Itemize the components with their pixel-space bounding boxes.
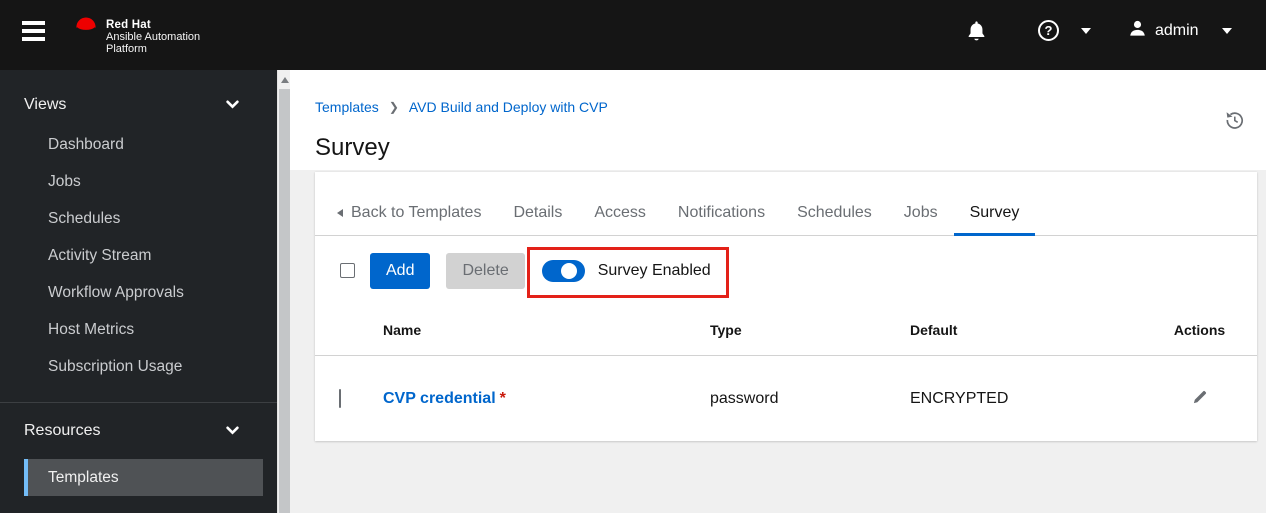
tab-schedules[interactable]: Schedules	[781, 192, 888, 236]
sidebar-item-workflow-approvals[interactable]: Workflow Approvals	[0, 274, 277, 311]
sidebar-item-dashboard[interactable]: Dashboard	[0, 126, 277, 163]
row-type-cell: password	[710, 389, 779, 407]
select-all-checkbox[interactable]	[340, 263, 355, 278]
column-header-actions: Actions	[1173, 322, 1226, 338]
required-asterisk: *	[499, 389, 506, 407]
sidebar-item-subscription-usage[interactable]: Subscription Usage	[0, 348, 277, 385]
survey-question-link[interactable]: CVP credential	[383, 390, 496, 407]
breadcrumb: Templates ❯ AVD Build and Deploy with CV…	[315, 99, 608, 115]
help-caret-down-icon	[1081, 27, 1091, 34]
row-checkbox[interactable]	[339, 388, 341, 408]
delete-button[interactable]: Delete	[446, 252, 525, 289]
breadcrumb-separator-icon: ❯	[388, 100, 399, 114]
brand-logo: Red Hat Ansible Automation Platform	[73, 15, 200, 55]
row-default-cell: ENCRYPTED	[910, 389, 1009, 407]
user-avatar-icon	[1128, 19, 1147, 43]
vertical-scrollbar[interactable]	[277, 70, 290, 513]
sidebar-item-schedules[interactable]: Schedules	[0, 200, 277, 237]
user-caret-down-icon	[1221, 28, 1232, 34]
user-menu[interactable]: admin	[1128, 19, 1232, 43]
survey-enabled-label: Survey Enabled	[597, 261, 711, 279]
sidebar-item-activity-stream[interactable]: Activity Stream	[0, 237, 277, 274]
tab-jobs[interactable]: Jobs	[888, 192, 954, 236]
sidebar-item-host-metrics[interactable]: Host Metrics	[0, 311, 277, 348]
column-header-type: Type	[710, 322, 742, 338]
main-content: Templates ❯ AVD Build and Deploy with CV…	[290, 70, 1266, 513]
brand-line1: Red Hat	[106, 19, 151, 31]
chevron-down-icon	[226, 422, 239, 440]
tab-back-to-templates[interactable]: Back to Templates	[321, 192, 497, 236]
survey-enabled-switch-group: Survey Enabled	[541, 259, 711, 282]
sidebar-nav: Views Dashboard Jobs Schedules Activity …	[0, 70, 277, 513]
column-header-default: Default	[910, 322, 958, 338]
toggle-knob	[560, 262, 577, 279]
breadcrumb-templates-link[interactable]: Templates	[315, 99, 379, 115]
scrollbar-thumb[interactable]	[279, 89, 290, 513]
breadcrumb-template-name-link[interactable]: AVD Build and Deploy with CVP	[409, 99, 608, 115]
sidebar-item-jobs[interactable]: Jobs	[0, 163, 277, 200]
scrollbar-up-arrow-icon[interactable]	[280, 77, 289, 83]
history-icon[interactable]	[1225, 111, 1244, 133]
help-question-icon: ?	[1038, 20, 1059, 41]
redhat-fedora-icon	[73, 15, 99, 40]
views-group-label: Views	[24, 96, 67, 113]
add-button[interactable]: Add	[370, 252, 431, 289]
tab-notifications[interactable]: Notifications	[662, 192, 781, 236]
table-row: CVP credential * password ENCRYPTED	[315, 356, 1257, 441]
top-masthead: Red Hat Ansible Automation Platform ? ad…	[0, 0, 1266, 70]
row-name-cell: CVP credential *	[383, 390, 710, 408]
survey-toolbar: Add Delete Survey Enabled	[315, 236, 1257, 305]
tab-bar: Back to Templates Details Access Notific…	[315, 172, 1257, 236]
brand-line2: Ansible Automation	[106, 31, 201, 43]
brand-line3: Platform	[106, 43, 147, 55]
sidebar-item-templates[interactable]: Templates	[24, 459, 263, 496]
chevron-down-icon	[226, 96, 239, 114]
sidebar-group-resources[interactable]: Resources	[0, 403, 277, 459]
sidebar-group-views[interactable]: Views	[0, 84, 277, 126]
caret-left-icon	[337, 208, 343, 217]
help-menu[interactable]: ?	[1038, 20, 1091, 41]
table-header-row: Name Type Default Actions	[315, 305, 1257, 356]
resources-group-label: Resources	[24, 422, 101, 439]
tab-survey[interactable]: Survey	[953, 192, 1036, 236]
tab-details[interactable]: Details	[497, 192, 578, 236]
page-header: Templates ❯ AVD Build and Deploy with CV…	[290, 70, 1266, 170]
username-label: admin	[1155, 22, 1199, 39]
survey-card: Back to Templates Details Access Notific…	[315, 172, 1257, 441]
column-header-name: Name	[383, 322, 422, 338]
tab-access[interactable]: Access	[578, 192, 662, 236]
notifications-bell-icon[interactable]	[967, 20, 986, 44]
survey-enabled-toggle[interactable]	[541, 259, 585, 282]
edit-pencil-icon[interactable]	[1190, 387, 1210, 410]
page-title: Survey	[315, 134, 390, 162]
nav-toggle-icon[interactable]	[22, 21, 46, 45]
